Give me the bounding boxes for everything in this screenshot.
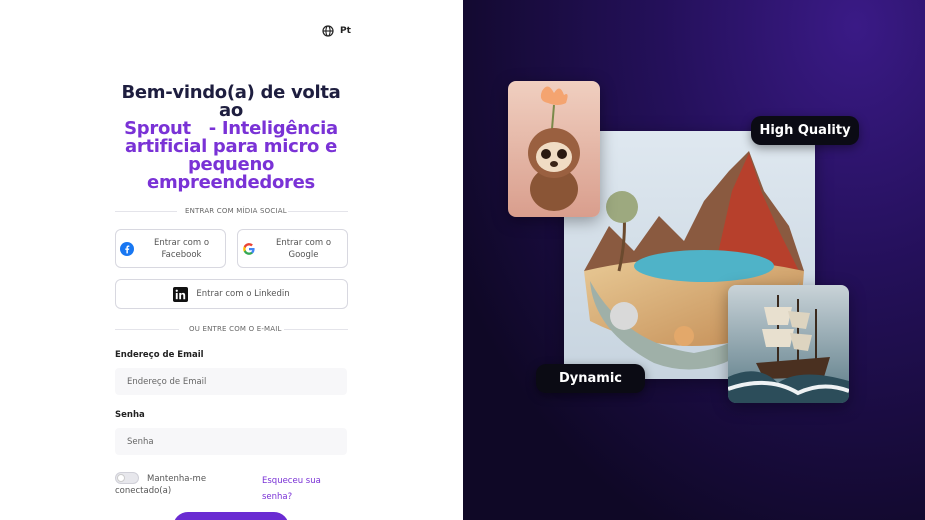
google-login-label: Entrar com o Google [275,238,332,260]
linkedin-login-button[interactable]: Entrar com o Linkedin [115,279,348,309]
google-login-button[interactable]: Entrar com o Google [237,229,348,268]
email-divider-right [284,329,348,330]
forgot-password-link[interactable]: Esqueceu sua senha? [262,473,342,505]
password-field[interactable] [115,428,347,455]
facebook-login-label: Entrar com o Facebook [153,238,210,260]
globe-icon [322,25,334,37]
email-field[interactable] [115,368,347,395]
divider-right [288,211,348,212]
facebook-login-button[interactable]: Entrar com o Facebook [115,229,226,268]
showcase-panel: High Quality Dynamic [463,0,925,520]
linkedin-icon [173,286,189,302]
email-field-label: Endereço de Email [115,350,204,360]
page-title: Bem-vindo(a) de volta ao Sprout - Inteli… [112,84,350,192]
language-selector[interactable]: Pt [322,25,351,37]
language-label: Pt [340,26,351,36]
divider-left [115,211,177,212]
sloth-artwork-image [508,81,600,217]
social-divider-label: ENTRAR COM MÍDIA SOCIAL [185,207,287,215]
toggle-knob [117,474,125,482]
linkedin-login-label: Entrar com o Linkedin [196,289,290,299]
title-line-4: pequeno empreendedores [147,154,315,193]
password-field-label: Senha [115,410,145,420]
dynamic-badge: Dynamic [536,364,645,393]
ship-artwork-image [728,285,849,403]
remember-me-toggle[interactable] [115,472,139,484]
email-divider-left [115,329,179,330]
high-quality-badge: High Quality [751,116,859,145]
login-panel: Pt Bem-vindo(a) de volta ao Sprout - Int… [0,0,463,520]
email-divider-label: OU ENTRE COM O E-MAIL [189,325,282,333]
google-icon [243,243,255,255]
login-button[interactable] [173,512,289,520]
title-line-1: Bem-vindo(a) de volta ao [121,82,341,121]
facebook-icon [120,242,134,256]
